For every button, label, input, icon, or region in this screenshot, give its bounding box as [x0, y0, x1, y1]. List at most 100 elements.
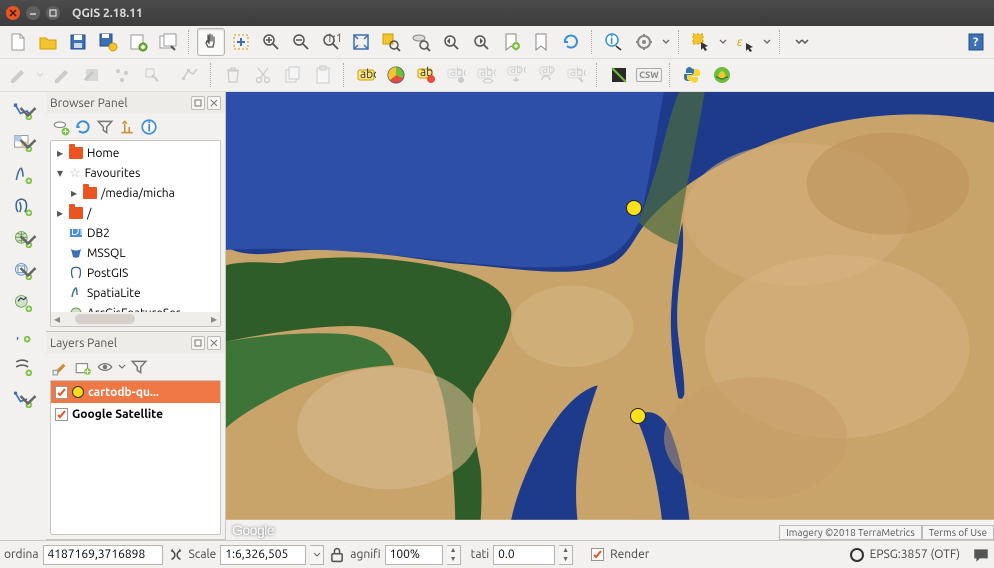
open-project-button[interactable] — [34, 28, 62, 56]
properties-icon[interactable]: i — [140, 118, 158, 136]
panel-undock-button[interactable] — [191, 336, 205, 350]
toolbar-overflow-button[interactable] — [788, 28, 816, 56]
layer-row-cartodb[interactable]: cartodb-qu... — [51, 381, 220, 403]
browser-tree[interactable]: ▸Home ▾☆Favourites ▸/media/micha ▸/ DB2D… — [51, 141, 220, 325]
change-label-button[interactable]: abc — [562, 61, 590, 89]
layer-row-google-satellite[interactable]: Google Satellite — [51, 403, 220, 425]
style-icon[interactable] — [52, 358, 70, 376]
pan-to-selection-button[interactable] — [227, 28, 255, 56]
node-tool-button[interactable] — [176, 61, 204, 89]
toggle-extents-button[interactable] — [167, 546, 185, 564]
visibility-dropdown[interactable] — [118, 361, 126, 374]
refresh-icon[interactable] — [74, 118, 92, 136]
add-wcs-button[interactable] — [6, 256, 40, 286]
tree-item-home[interactable]: ▸Home — [51, 143, 220, 163]
add-postgis-button[interactable] — [6, 192, 40, 222]
layer-visibility-checkbox[interactable] — [55, 386, 68, 399]
panel-close-button[interactable] — [207, 96, 221, 110]
save-edits-button[interactable] — [78, 61, 106, 89]
lock-scale-button[interactable] — [328, 546, 346, 564]
add-spatialite-button[interactable] — [6, 160, 40, 190]
zoom-to-selection-button[interactable] — [377, 28, 405, 56]
python-console-button[interactable] — [678, 61, 706, 89]
tree-item-postgis[interactable]: PostGIS — [51, 263, 220, 283]
zoom-to-layer-button[interactable] — [407, 28, 435, 56]
new-project-button[interactable] — [4, 28, 32, 56]
highlight-label-button[interactable]: ab — [412, 61, 440, 89]
tree-item-spatialite[interactable]: SpatiaLite — [51, 283, 220, 303]
add-delimited-text-button[interactable]: , — [6, 320, 40, 350]
add-group-icon[interactable] — [74, 358, 92, 376]
map-feature-point[interactable] — [626, 200, 642, 216]
coordinate-input[interactable]: 4187169,3716898 — [43, 545, 163, 565]
select-by-expression-button[interactable]: ε — [731, 28, 759, 56]
add-virtual-layer-button[interactable] — [6, 352, 40, 382]
plugin-button-1[interactable] — [605, 61, 633, 89]
window-minimize-button[interactable] — [26, 6, 40, 20]
add-raster-layer-button[interactable] — [6, 128, 40, 158]
crs-button[interactable] — [848, 546, 866, 564]
window-maximize-button[interactable] — [46, 6, 60, 20]
attribution-terms[interactable]: Terms of Use — [922, 525, 994, 540]
delete-selected-button[interactable] — [219, 61, 247, 89]
map-feature-point[interactable] — [630, 408, 646, 424]
toggle-editing-button[interactable] — [48, 61, 76, 89]
window-close-button[interactable] — [6, 6, 20, 20]
zoom-next-button[interactable] — [467, 28, 495, 56]
select-dropdown[interactable] — [717, 28, 729, 56]
add-layer-icon[interactable] — [52, 118, 70, 136]
zoom-last-button[interactable] — [437, 28, 465, 56]
run-feature-action-button[interactable] — [630, 28, 658, 56]
save-as-button[interactable] — [94, 28, 122, 56]
add-wms-button[interactable] — [6, 224, 40, 254]
show-bookmarks-button[interactable] — [527, 28, 555, 56]
zoom-out-button[interactable] — [287, 28, 315, 56]
paste-button[interactable] — [309, 61, 337, 89]
tree-item-root[interactable]: ▸/ — [51, 203, 220, 223]
visibility-icon[interactable] — [96, 358, 114, 376]
collapse-all-icon[interactable] — [118, 118, 136, 136]
render-checkbox[interactable] — [591, 548, 604, 561]
filter-icon[interactable] — [96, 118, 114, 136]
panel-close-button[interactable] — [207, 336, 221, 350]
refresh-button[interactable] — [557, 28, 585, 56]
copy-button[interactable] — [279, 61, 307, 89]
layer-visibility-checkbox[interactable] — [55, 408, 68, 421]
rotation-input[interactable]: 0.0 — [493, 545, 555, 565]
zoom-full-button[interactable] — [347, 28, 375, 56]
csw-button[interactable]: CSW — [635, 61, 663, 89]
expression-dropdown[interactable] — [761, 28, 773, 56]
filter-layers-icon[interactable] — [130, 358, 148, 376]
magnifier-spinner[interactable]: ▲▼ — [447, 545, 461, 565]
zoom-in-button[interactable] — [257, 28, 285, 56]
save-project-button[interactable] — [64, 28, 92, 56]
composer-manager-button[interactable] — [154, 28, 182, 56]
show-hide-label-button[interactable]: abc — [472, 61, 500, 89]
identify-button[interactable]: i — [600, 28, 628, 56]
rotate-label-button[interactable]: abc — [532, 61, 560, 89]
scale-dropdown[interactable] — [310, 545, 324, 565]
zoom-native-button[interactable]: 1:1 — [317, 28, 345, 56]
tree-item-fav-path[interactable]: ▸/media/micha — [51, 183, 220, 203]
help-button[interactable]: ? — [962, 28, 990, 56]
pan-button[interactable] — [197, 28, 225, 56]
current-edits-button[interactable] — [4, 61, 32, 89]
messages-button[interactable] — [972, 546, 990, 564]
new-composer-button[interactable] — [124, 28, 152, 56]
select-features-button[interactable] — [687, 28, 715, 56]
diagram-button[interactable] — [382, 61, 410, 89]
add-vector-layer-button[interactable] — [6, 96, 40, 126]
tree-item-favourites[interactable]: ▾☆Favourites — [51, 163, 220, 183]
action-dropdown[interactable] — [660, 28, 672, 56]
pin-label-button[interactable]: abc — [442, 61, 470, 89]
new-bookmark-button[interactable] — [497, 28, 525, 56]
edits-dropdown[interactable] — [34, 61, 46, 89]
scale-input[interactable]: 1:6,326,505 — [220, 545, 306, 565]
browser-horizontal-scrollbar[interactable]: ◂▸ — [51, 312, 220, 326]
grass-button[interactable] — [708, 61, 736, 89]
move-label-button[interactable]: abc — [502, 61, 530, 89]
magnifier-input[interactable]: 100% — [385, 545, 443, 565]
tree-item-mssql[interactable]: MSSQL — [51, 243, 220, 263]
add-wfs-button[interactable] — [6, 288, 40, 318]
label-abc-button[interactable]: abc — [352, 61, 380, 89]
